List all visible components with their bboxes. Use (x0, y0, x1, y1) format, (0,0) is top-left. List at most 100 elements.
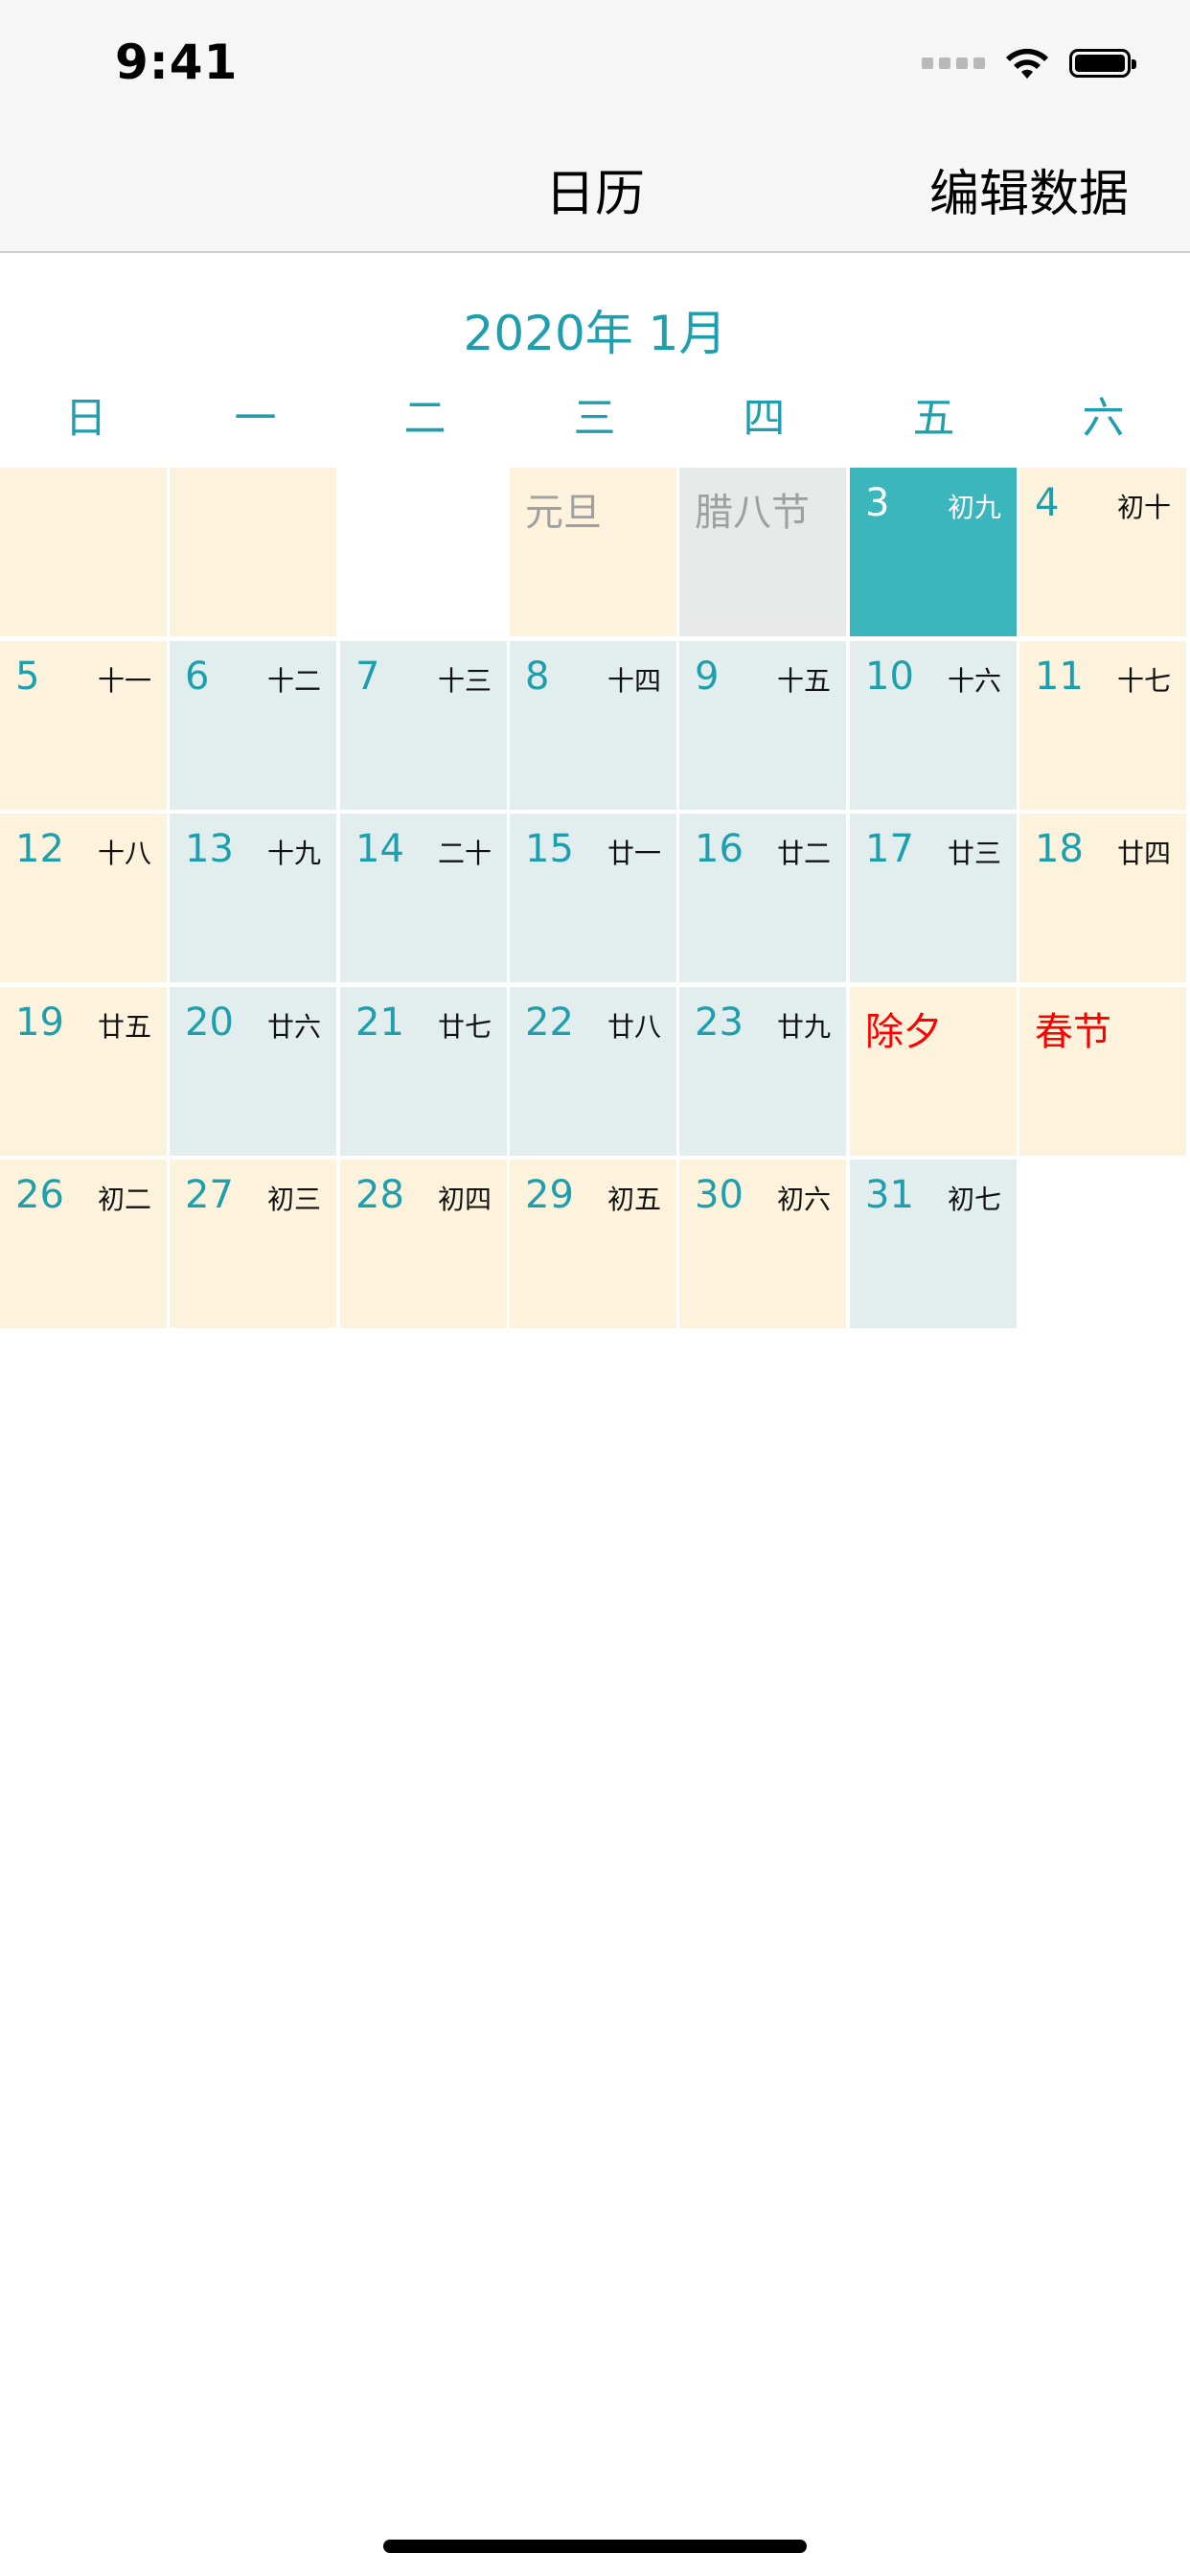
day-number: 30 (695, 1173, 744, 1217)
lunar-date: 初六 (776, 1184, 831, 1215)
lunar-date: 十八 (97, 838, 151, 869)
calendar-day-cell[interactable]: 10 十六 (850, 641, 1017, 810)
day-number: 26 (15, 1173, 64, 1217)
calendar-day-cell[interactable]: 4 初十 (1019, 468, 1186, 636)
day-number: 8 (525, 655, 550, 699)
day-number: 4 (1035, 481, 1060, 525)
calendar-day-cell[interactable]: 13 十九 (170, 814, 336, 982)
lunar-date: 十四 (606, 665, 661, 697)
lunar-date: 十五 (776, 665, 831, 697)
calendar-day-cell[interactable]: 14 二十 (340, 814, 507, 982)
lunar-date: 初九 (947, 492, 1001, 523)
day-number: 31 (865, 1173, 914, 1217)
day-number: 27 (185, 1173, 234, 1217)
festival-label: 春节 (1035, 1010, 1111, 1054)
day-number: 19 (15, 1000, 64, 1045)
lunar-date: 廿九 (776, 1011, 831, 1043)
calendar-day-cell[interactable]: 28 初四 (340, 1160, 507, 1328)
calendar-day-cell[interactable]: 腊八节 (679, 468, 846, 636)
day-number: 6 (185, 655, 210, 699)
lunar-date: 廿八 (606, 1011, 661, 1043)
calendar-day-cell[interactable]: 17 廿三 (850, 814, 1017, 982)
lunar-date: 廿一 (606, 838, 661, 869)
lunar-date: 廿二 (776, 838, 831, 869)
lunar-date: 廿七 (437, 1011, 492, 1043)
calendar-day-cell[interactable]: 18 廿四 (1019, 814, 1186, 982)
calendar-day-cell[interactable]: 27 初三 (170, 1160, 336, 1328)
lunar-date: 初五 (606, 1184, 661, 1215)
day-number: 23 (695, 1000, 744, 1045)
festival-label: 元旦 (525, 491, 602, 535)
day-number: 14 (355, 827, 404, 871)
home-indicator (383, 2540, 807, 2553)
navigation-bar: 9:41 日历 编辑数据 (0, 0, 1190, 253)
calendar-day-cell[interactable]: 7 十三 (340, 641, 507, 810)
weekday-label: 四 (743, 394, 786, 443)
calendar-day-cell[interactable] (0, 468, 167, 636)
day-number: 10 (865, 655, 914, 699)
calendar-day-cell[interactable]: 5 十一 (0, 641, 167, 810)
lunar-date: 初七 (947, 1184, 1001, 1215)
day-number: 21 (355, 1000, 404, 1045)
lunar-date: 廿五 (97, 1011, 151, 1043)
day-number: 12 (15, 827, 64, 871)
calendar-day-cell[interactable]: 12 十八 (0, 814, 167, 982)
calendar-day-cell[interactable]: 15 廿一 (510, 814, 676, 982)
calendar-day-cell[interactable]: 春节 (1019, 987, 1186, 1156)
weekday-label: 日 (64, 394, 107, 443)
calendar-day-cell[interactable]: 31 初七 (850, 1160, 1017, 1328)
day-number: 16 (695, 827, 744, 871)
lunar-date: 初三 (266, 1184, 321, 1215)
lunar-date: 十二 (266, 665, 321, 697)
calendar-day-cell[interactable]: 16 廿二 (679, 814, 846, 982)
lunar-date: 十六 (947, 665, 1001, 697)
day-number: 5 (15, 655, 40, 699)
lunar-date: 廿四 (1116, 838, 1171, 869)
calendar-day-cell[interactable] (170, 468, 336, 636)
day-number: 11 (1035, 655, 1084, 699)
lunar-date: 初十 (1116, 492, 1171, 523)
calendar-day-cell[interactable]: 19 廿五 (0, 987, 167, 1156)
month-title: 2020年 1月 (463, 306, 727, 361)
day-number: 7 (355, 655, 380, 699)
lunar-date: 廿六 (266, 1011, 321, 1043)
calendar-day-cell[interactable]: 6 十二 (170, 641, 336, 810)
status-time: 9:41 (115, 34, 239, 90)
calendar-day-cell[interactable]: 29 初五 (510, 1160, 676, 1328)
day-number: 3 (865, 481, 890, 525)
day-number: 15 (525, 827, 574, 871)
calendar-day-cell[interactable]: 20 廿六 (170, 987, 336, 1156)
calendar-day-cell[interactable]: 8 十四 (510, 641, 676, 810)
lunar-date: 二十 (437, 838, 492, 869)
calendar-day-cell[interactable]: 除夕 (850, 987, 1017, 1156)
calendar-day-cell[interactable]: 23 廿九 (679, 987, 846, 1156)
lunar-date: 十三 (437, 665, 492, 697)
lunar-date: 十九 (266, 838, 321, 869)
calendar-day-cell[interactable]: 30 初六 (679, 1160, 846, 1328)
calendar-day-selected[interactable]: 3 初九 (850, 468, 1017, 636)
festival-label: 除夕 (865, 1010, 942, 1054)
weekday-label: 三 (573, 394, 616, 443)
wifi-icon (1006, 48, 1048, 79)
calendar-day-cell[interactable]: 21 廿七 (340, 987, 507, 1156)
calendar-day-cell[interactable]: 22 廿八 (510, 987, 676, 1156)
battery-icon (1069, 49, 1136, 78)
edit-data-button[interactable]: 编辑数据 (929, 153, 1129, 225)
weekday-header: 日 一 二 三 四 五 六 (0, 383, 1190, 443)
weekday-label: 五 (912, 394, 955, 443)
weekday-label: 六 (1082, 394, 1125, 443)
lunar-date: 十一 (97, 665, 151, 697)
weekday-label: 二 (403, 394, 446, 443)
day-number: 29 (525, 1173, 574, 1217)
day-number: 22 (525, 1000, 574, 1045)
calendar-day-cell[interactable]: 9 十五 (679, 641, 846, 810)
calendar-day-cell[interactable]: 11 十七 (1019, 641, 1186, 810)
day-number: 20 (185, 1000, 234, 1045)
lunar-date: 廿三 (947, 838, 1001, 869)
calendar-day-cell[interactable]: 26 初二 (0, 1160, 167, 1328)
lunar-date: 初二 (97, 1184, 151, 1215)
day-number: 28 (355, 1173, 404, 1217)
status-icons (922, 44, 1136, 82)
day-number: 9 (695, 655, 720, 699)
calendar-day-cell[interactable]: 元旦 (510, 468, 676, 636)
